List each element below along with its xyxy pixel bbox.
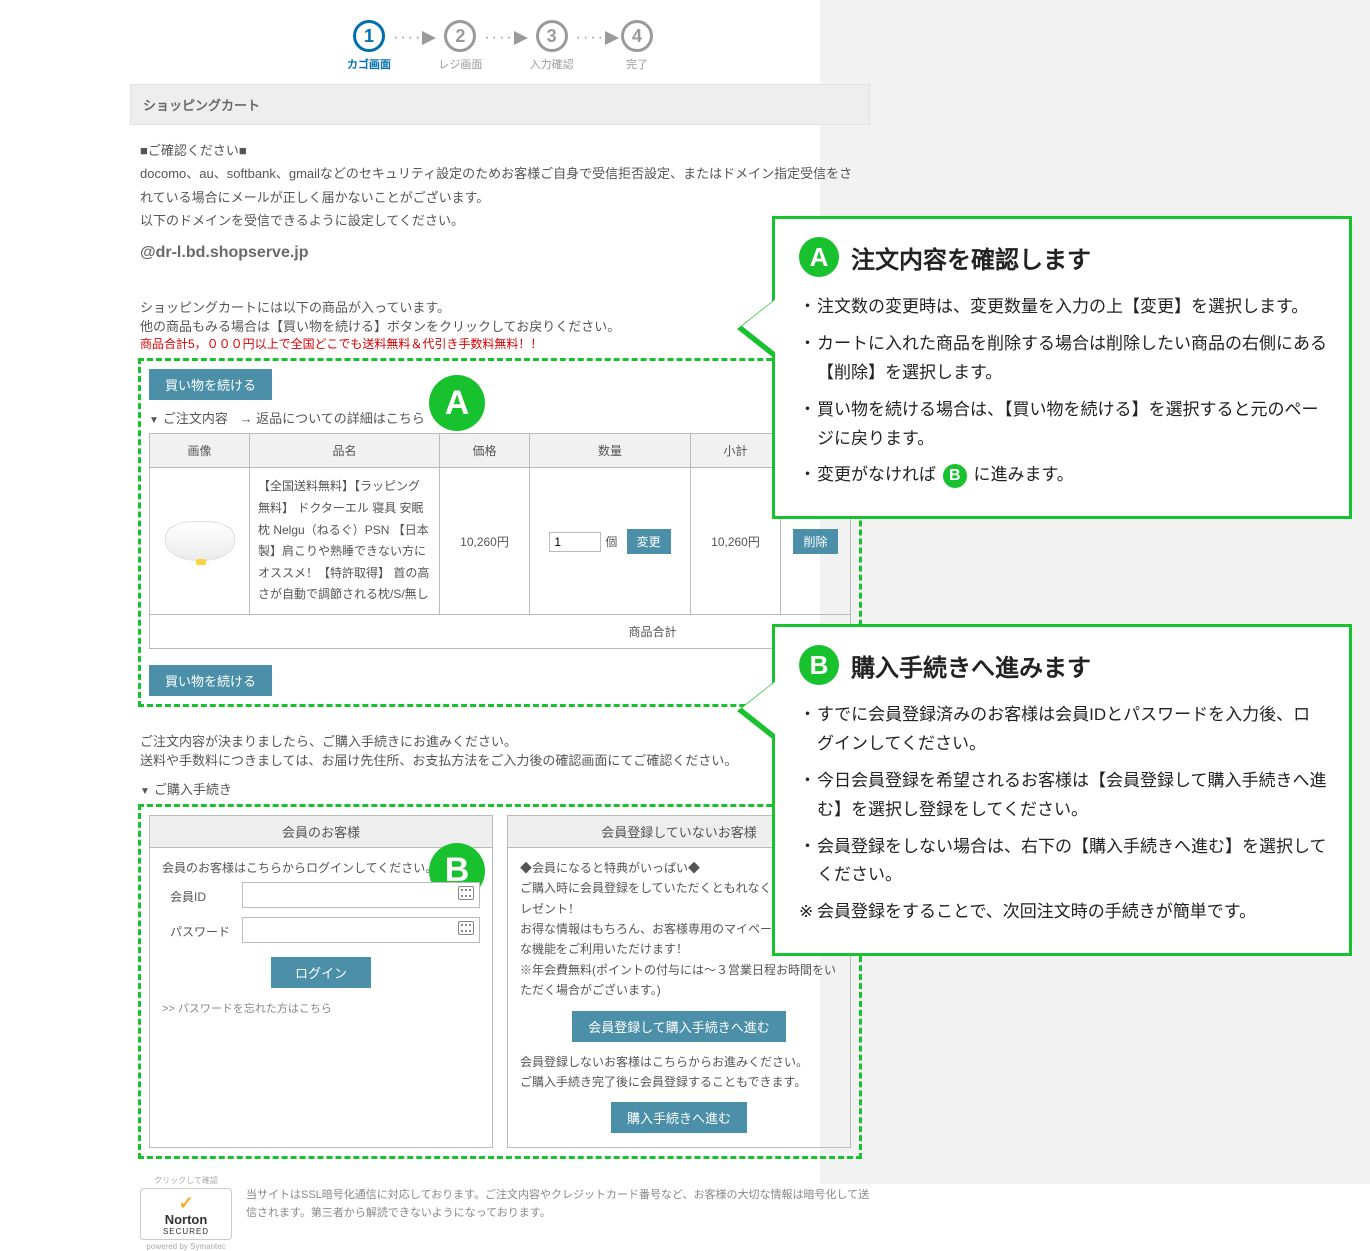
step-arrow-icon: ···· xyxy=(574,29,621,63)
norton-secured-icon: ✓ Norton SECURED xyxy=(140,1188,232,1240)
guest-line: 会員登録しないお客様はこちらからお進みください。 xyxy=(520,1052,838,1072)
callout-letter-icon: A xyxy=(799,237,839,277)
callout-item: 買い物を続ける場合は、【買い物を続ける】を選択すると元のページに戻ります。 xyxy=(799,396,1327,454)
notice-line: docomo、au、softbank、gmailなどのセキュリティ設定のためお客… xyxy=(140,162,860,209)
product-image-cell xyxy=(150,468,250,615)
col-name: 品名 xyxy=(250,434,440,468)
step-arrow-icon: ···· xyxy=(391,29,438,63)
total-row: 商品合計 10,260円 xyxy=(150,614,851,648)
callout-a: A 注文内容を確認します 注文数の変更時は、変更数量を入力の上【変更】を選択しま… xyxy=(772,216,1352,519)
continue-shopping-button[interactable]: 買い物を続ける xyxy=(149,665,272,696)
member-panel-title: 会員のお客様 xyxy=(150,816,492,848)
callout-title: 購入手続きへ進みます xyxy=(851,648,1091,683)
notice-line: 以下のドメインを受信できるように設定してください。 xyxy=(140,209,860,232)
password-label: パスワード xyxy=(162,917,242,947)
step-1: 1 カゴ画面 xyxy=(347,20,391,72)
col-price: 価格 xyxy=(440,434,530,468)
member-id-input[interactable] xyxy=(242,882,480,908)
purchase-procedure-label: ご購入手続き xyxy=(140,779,860,798)
login-button[interactable]: ログイン xyxy=(271,957,371,988)
product-qty-cell: 個 変更 xyxy=(530,468,691,615)
password-input[interactable] xyxy=(242,917,480,943)
delete-item-button[interactable]: 削除 xyxy=(793,529,837,554)
inline-b-icon: B xyxy=(943,464,967,488)
proceed-without-register-button[interactable]: 購入手続きへ進む xyxy=(611,1102,747,1133)
total-label: 商品合計 xyxy=(150,614,691,648)
guest-line: ご購入手続き完了後に会員登録することもできます。 xyxy=(520,1072,838,1092)
qty-input[interactable] xyxy=(549,532,601,552)
callout-b: B 購入手続きへ進みます すでに会員登録済みのお客様は会員IDとパスワードを入力… xyxy=(772,624,1352,956)
product-subtotal: 10,260円 xyxy=(691,468,781,615)
norton-powered-by: powered by Symantec xyxy=(140,1242,232,1251)
norton-row: クリックして確認 ✓ Norton SECURED powered by Sym… xyxy=(140,1175,870,1251)
callout-title: 注文内容を確認します xyxy=(851,240,1091,275)
allowed-domain: @dr-l.bd.shopserve.jp xyxy=(140,239,860,268)
pillow-icon xyxy=(165,521,235,561)
step-arrow-icon: ···· xyxy=(482,29,529,63)
guest-line: ※年会費無料(ポイントの付与には～３営業日程お時間をいただく場合がございます。) xyxy=(520,960,838,1001)
return-policy-link[interactable]: → 返品についての詳細はこちら xyxy=(240,411,425,426)
col-subtotal: 小計 xyxy=(691,434,781,468)
norton-badge-wrap[interactable]: クリックして確認 ✓ Norton SECURED powered by Sym… xyxy=(140,1175,232,1251)
cart-title: ショッピングカート xyxy=(130,84,870,125)
qty-unit: 個 xyxy=(605,535,617,549)
table-row: 【全国送料無料】【ラッピング無料】 ドクターエル 寝具 安眠枕 Nelgu（ねる… xyxy=(150,468,851,615)
product-price: 10,260円 xyxy=(440,468,530,615)
register-and-proceed-button[interactable]: 会員登録して購入手続きへ進む xyxy=(572,1011,786,1042)
forgot-password-link[interactable]: >> パスワードを忘れた方はこちら xyxy=(162,1003,332,1015)
callout-item: 今日会員登録を希望されるお客様は【会員登録して購入手続きへ進む】を選択し登録をし… xyxy=(799,767,1327,825)
notice-block: ■ご確認ください■ docomo、au、softbank、gmailなどのセキュ… xyxy=(130,125,870,269)
ssl-notice: 当サイトはSSL暗号化通信に対応しております。ご注文内容やクレジットカード番号な… xyxy=(246,1175,870,1222)
callout-note: 会員登録をすることで、次回注文時の手続きが簡単です。 xyxy=(799,898,1327,927)
product-name: 【全国送料無料】【ラッピング無料】 ドクターエル 寝具 安眠枕 Nelgu（ねる… xyxy=(250,468,440,615)
notice-header: ■ご確認ください■ xyxy=(140,139,860,162)
keyboard-icon[interactable] xyxy=(458,886,474,900)
purchase-procedure-box: B 会員のお客様 会員のお客様はこちらからログインしてください。 会員ID パス… xyxy=(138,804,862,1160)
step-2: 2 レジ画面 xyxy=(438,20,482,72)
callout-letter-icon: B xyxy=(799,645,839,685)
norton-click-hint: クリックして確認 xyxy=(140,1175,232,1186)
order-detail-label: ご注文内容 xyxy=(149,411,228,426)
checkout-stepper: 1 カゴ画面 ···· 2 レジ画面 ···· 3 入力確認 ···· 4 完了 xyxy=(290,20,710,72)
col-image: 画像 xyxy=(150,434,250,468)
keyboard-icon[interactable] xyxy=(458,921,474,935)
proceed-line: 送料や手数料につきましては、お届け先住所、お支払方法をご入力後の確認画面にてご確… xyxy=(140,750,860,769)
table-header-row: 画像 品名 価格 数量 小計 削除 xyxy=(150,434,851,468)
step-3: 3 入力確認 xyxy=(530,20,574,72)
callout-item: カートに入れた商品を削除する場合は削除したい商品の右側にある【削除】を選択します… xyxy=(799,330,1327,388)
callout-item: 変更がなければ B に進みます。 xyxy=(799,461,1327,490)
callout-item: 会員登録をしない場合は、右下の【購入手続きへ進む】を選択してください。 xyxy=(799,833,1327,891)
continue-shopping-button[interactable]: 買い物を続ける xyxy=(149,369,272,400)
order-summary-box: A 買い物を続ける ご注文内容 → 返品についての詳細はこちら 画像 品名 価格… xyxy=(138,358,862,707)
member-id-label: 会員ID xyxy=(162,882,242,912)
col-qty: 数量 xyxy=(530,434,691,468)
change-qty-button[interactable]: 変更 xyxy=(627,529,671,554)
step-4: 4 完了 xyxy=(621,20,653,72)
callout-item: 注文数の変更時は、変更数量を入力の上【変更】を選択します。 xyxy=(799,293,1327,322)
callout-item: すでに会員登録済みのお客様は会員IDとパスワードを入力後、ログインしてください。 xyxy=(799,701,1327,759)
badge-a-icon: A xyxy=(429,375,485,431)
cart-table: 画像 品名 価格 数量 小計 削除 【全国送料無料】【ラッピング無料】 ドクター… xyxy=(149,433,851,649)
